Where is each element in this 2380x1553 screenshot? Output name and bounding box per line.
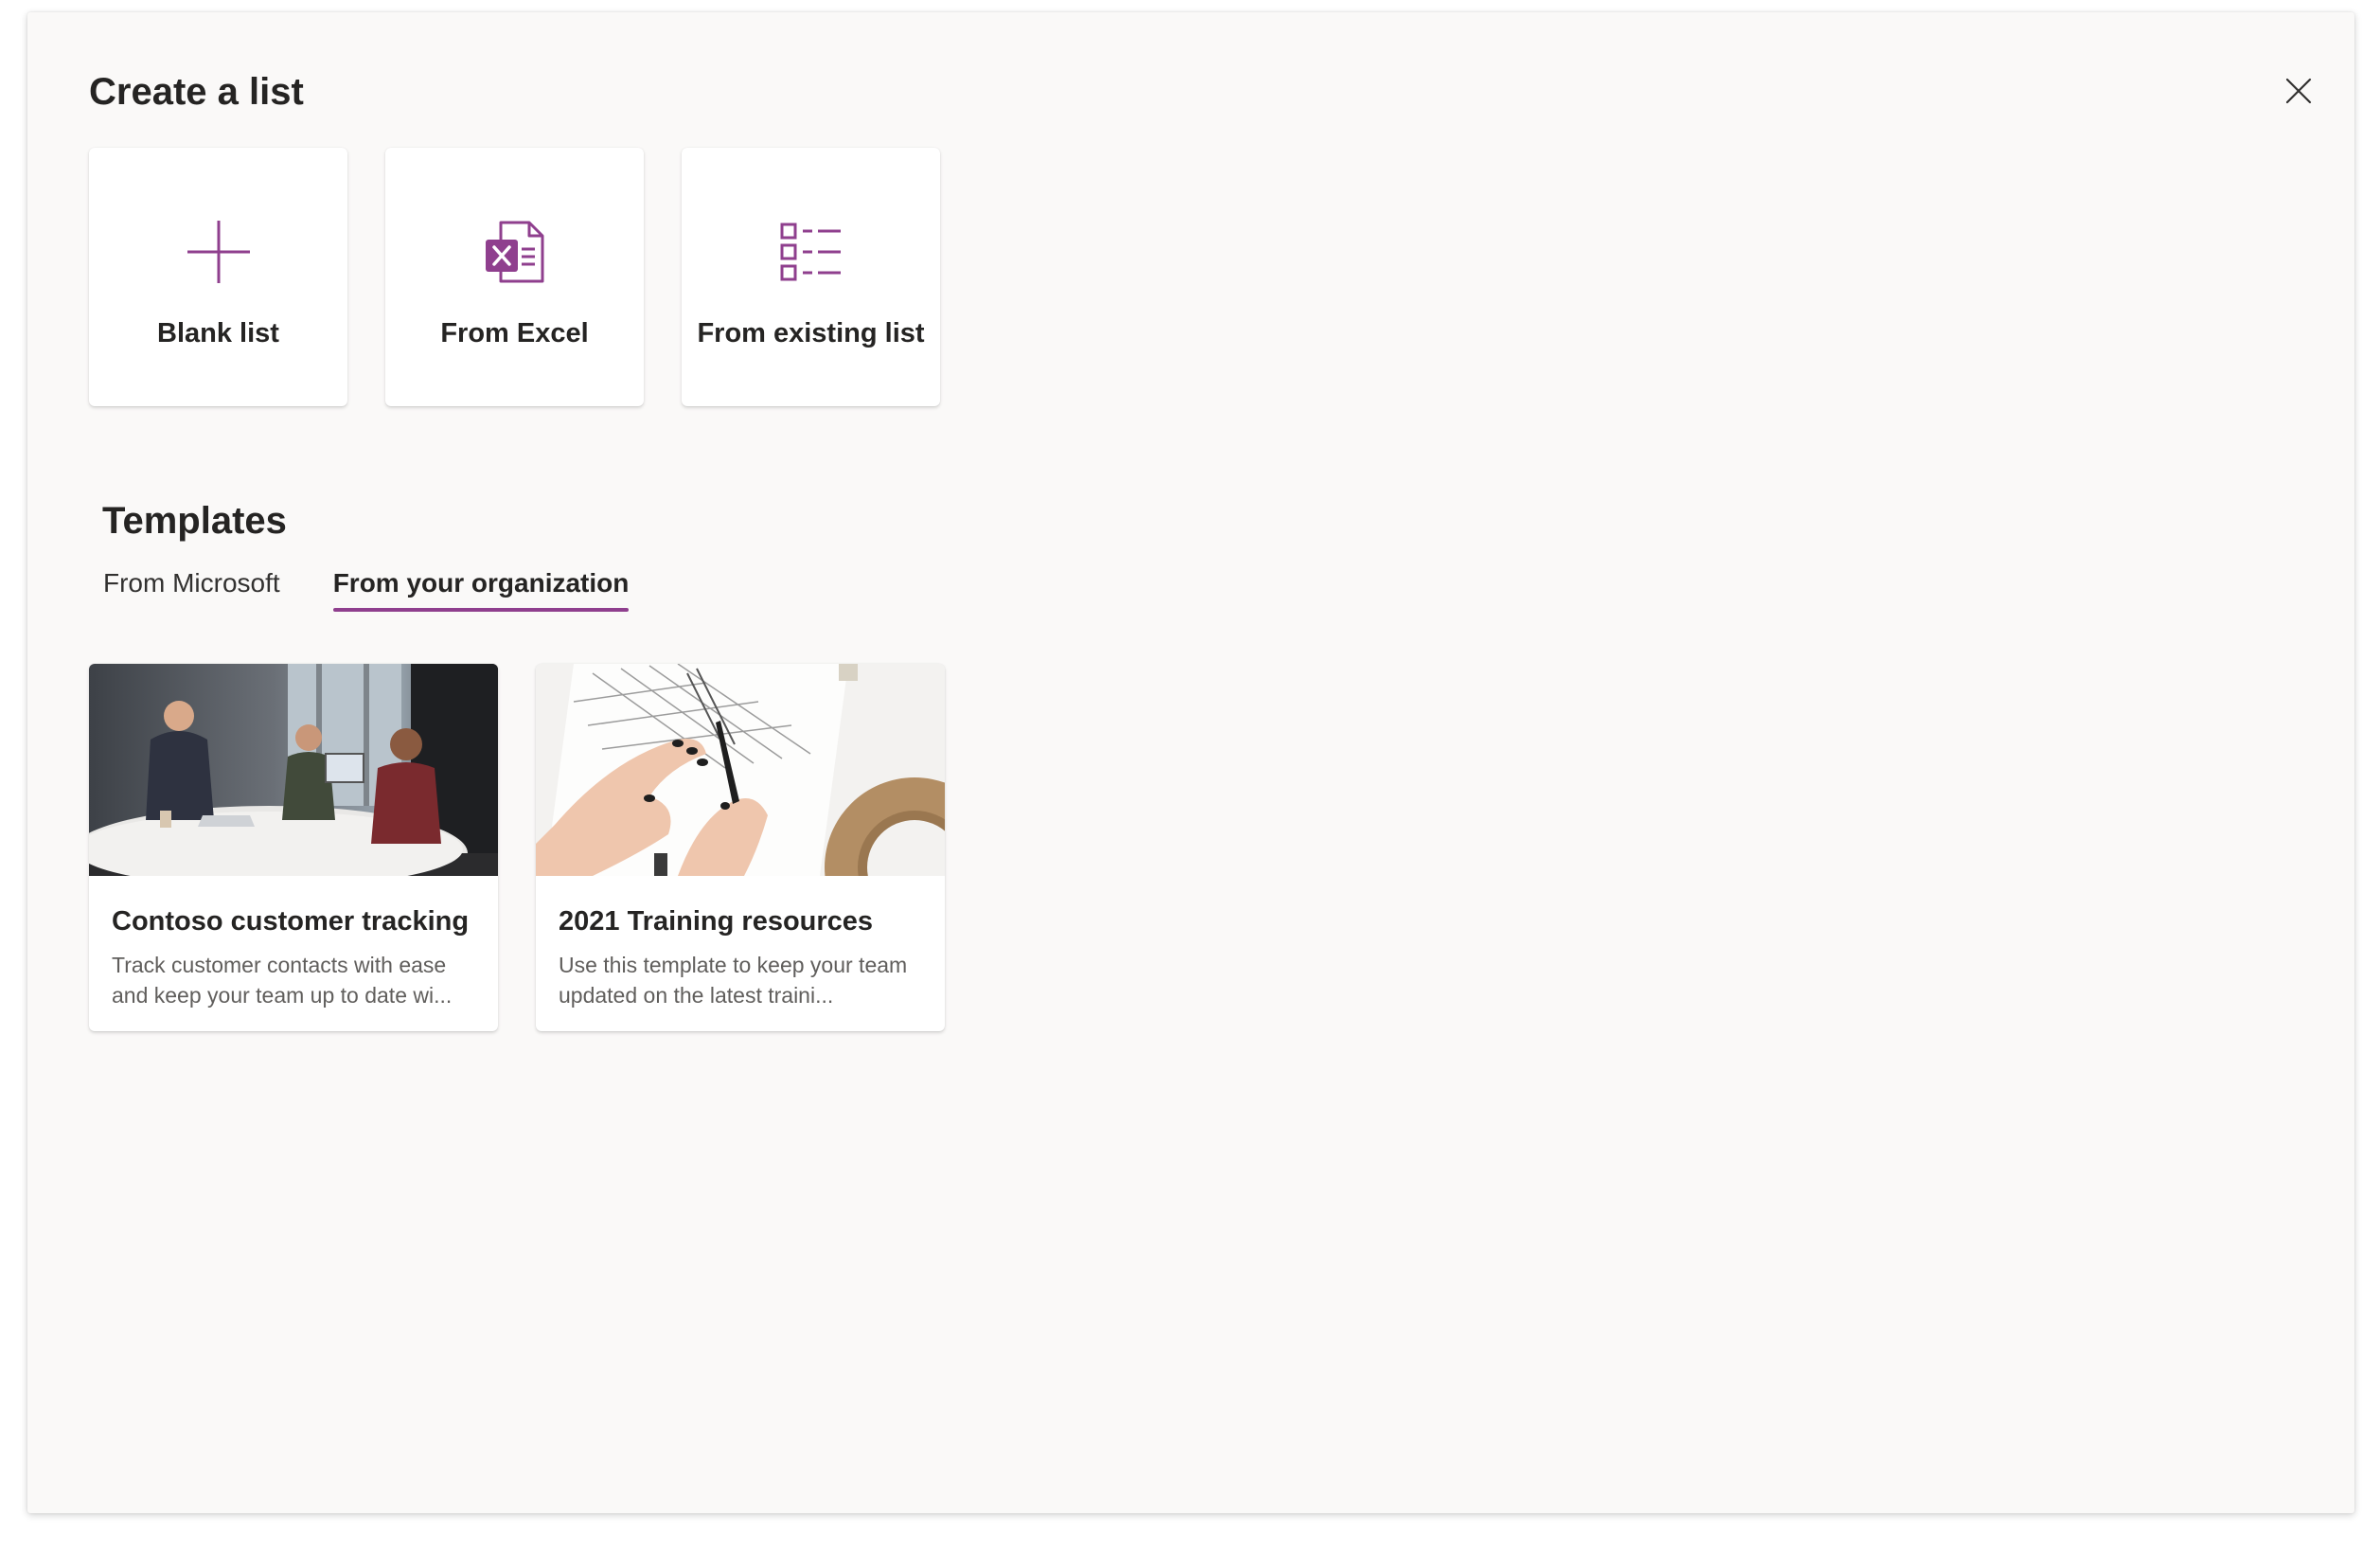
template-description: Use this template to keep your team upda… bbox=[559, 953, 908, 1008]
close-button[interactable] bbox=[2277, 69, 2320, 113]
close-icon bbox=[2285, 78, 2312, 104]
templates-heading: Templates bbox=[102, 500, 287, 542]
blank-list-label: Blank list bbox=[157, 318, 279, 348]
tab-from-microsoft[interactable]: From Microsoft bbox=[103, 568, 280, 612]
create-list-dialog: Create a list Blank list From Excel From… bbox=[27, 12, 2354, 1513]
dialog-title: Create a list bbox=[89, 71, 304, 113]
template-title: 2021 Training resources bbox=[559, 906, 874, 937]
template-description: Track customer contacts with ease and ke… bbox=[112, 953, 453, 1008]
template-cards: Contoso customer tracking Track customer… bbox=[89, 664, 945, 1031]
blank-list-button[interactable]: Blank list bbox=[89, 148, 347, 406]
from-excel-button[interactable]: From Excel bbox=[385, 148, 644, 406]
from-existing-list-button[interactable]: From existing list bbox=[682, 148, 940, 406]
create-options: Blank list From Excel From existing list bbox=[89, 148, 940, 406]
hands-calendar-photo bbox=[536, 664, 945, 876]
office-meeting-photo bbox=[89, 664, 498, 876]
template-tabs: From Microsoft From your organization bbox=[103, 568, 629, 612]
template-card-training[interactable]: 2021 Training resources Use this templat… bbox=[536, 664, 945, 1031]
from-excel-label: From Excel bbox=[440, 318, 589, 348]
from-existing-list-label: From existing list bbox=[697, 318, 925, 348]
tab-from-your-organization[interactable]: From your organization bbox=[332, 568, 629, 612]
excel-icon bbox=[482, 219, 548, 285]
template-title: Contoso customer tracking bbox=[112, 906, 470, 937]
plus-icon bbox=[186, 219, 252, 285]
template-card-contoso[interactable]: Contoso customer tracking Track customer… bbox=[89, 664, 498, 1031]
list-icon bbox=[778, 219, 844, 285]
